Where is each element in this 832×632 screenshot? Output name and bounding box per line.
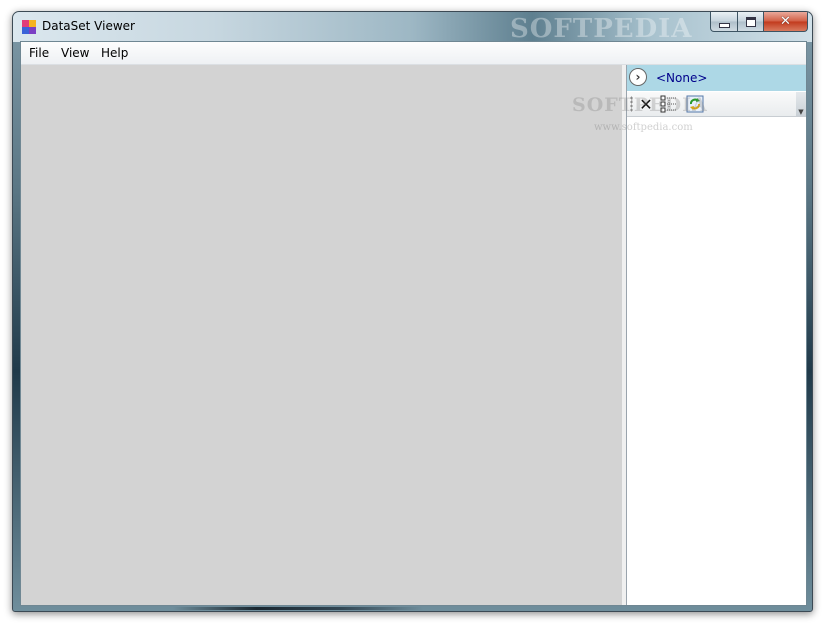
- minimize-icon: [718, 22, 730, 28]
- maximize-icon: [745, 16, 756, 27]
- dataset-tree[interactable]: [627, 117, 806, 605]
- menu-file[interactable]: File: [29, 46, 49, 60]
- watermark-url: www.softpedia.com: [594, 122, 693, 133]
- menu-bar: File View Help: [21, 42, 806, 65]
- window-title: DataSet Viewer: [42, 19, 135, 33]
- watermark-brand: SOFTPEDIA: [572, 94, 708, 116]
- maximize-button[interactable]: [738, 12, 764, 32]
- panel-header: › <None>: [627, 65, 806, 91]
- dataset-app-icon: [22, 20, 36, 34]
- caption-buttons: ✕: [710, 12, 808, 32]
- menu-view[interactable]: View: [61, 46, 89, 60]
- chevron-right-circle-icon[interactable]: ›: [629, 68, 647, 86]
- minimize-button[interactable]: [710, 12, 738, 32]
- toolbar-overflow-button[interactable]: ▼: [796, 92, 806, 116]
- dataset-panel: › <None> ✕ ▼: [626, 65, 806, 605]
- title-bar[interactable]: DataSet Viewer SOFTPEDIA ✕: [13, 12, 812, 44]
- close-button[interactable]: ✕: [764, 12, 808, 32]
- selected-table-label[interactable]: <None>: [656, 71, 707, 85]
- watermark-title: SOFTPEDIA: [510, 14, 693, 44]
- menu-help[interactable]: Help: [101, 46, 128, 60]
- close-icon: ✕: [780, 14, 791, 29]
- data-grid-area[interactable]: [21, 65, 622, 605]
- background-strip: [173, 607, 423, 610]
